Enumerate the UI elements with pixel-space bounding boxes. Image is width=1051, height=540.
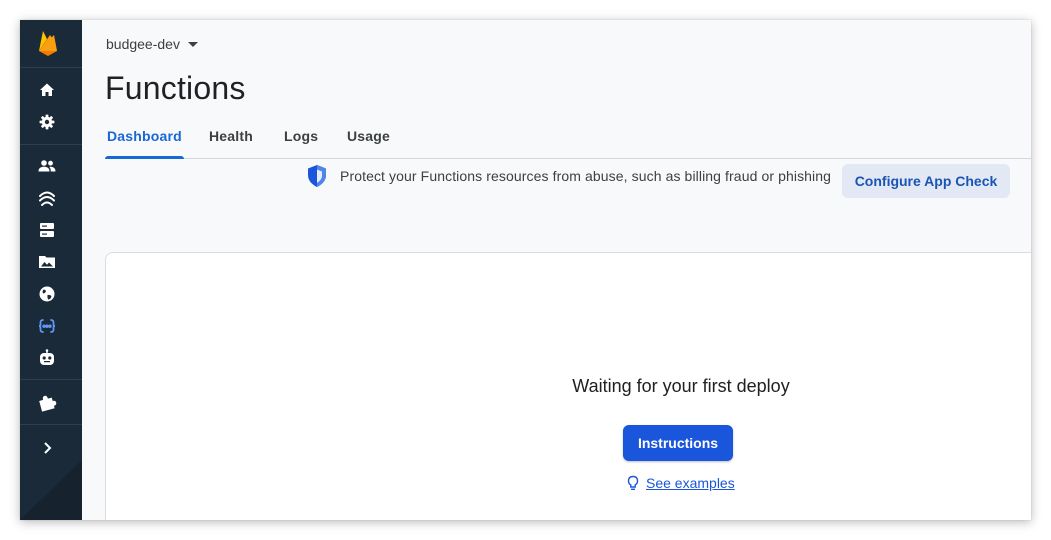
see-examples-link-row: See examples [626, 475, 735, 491]
chevron-down-icon [187, 41, 198, 47]
project-name: budgee-dev [106, 36, 180, 52]
firestore-icon[interactable] [37, 220, 57, 240]
tab-dashboard[interactable]: Dashboard [105, 128, 184, 159]
tab-bar: Dashboard Health Logs Usage [105, 128, 1031, 159]
app-window: budgee-dev Functions Dashboard Health Lo… [20, 20, 1031, 520]
rail-shade [20, 460, 82, 520]
realtime-database-icon[interactable] [37, 188, 57, 208]
instructions-button[interactable]: Instructions [623, 425, 733, 461]
rail-divider [20, 424, 82, 425]
home-icon[interactable] [37, 80, 57, 100]
settings-icon[interactable] [37, 112, 57, 132]
tab-logs[interactable]: Logs [284, 128, 318, 158]
extensions-icon[interactable] [37, 392, 57, 412]
project-selector[interactable]: budgee-dev [106, 36, 198, 52]
lightbulb-icon [627, 475, 639, 490]
see-examples-link[interactable]: See examples [646, 475, 735, 491]
expand-icon[interactable] [37, 438, 57, 458]
hosting-icon[interactable] [37, 284, 57, 304]
main-content: budgee-dev Functions Dashboard Health Lo… [82, 20, 1031, 520]
firebase-logo-icon[interactable] [37, 29, 59, 57]
rail-divider [20, 67, 82, 68]
sidebar-rail [20, 20, 82, 520]
users-icon[interactable] [37, 156, 57, 176]
functions-icon[interactable] [37, 316, 57, 336]
app-check-notice: Protect your Functions resources from ab… [306, 164, 831, 188]
tab-usage[interactable]: Usage [347, 128, 390, 158]
notice-text: Protect your Functions resources from ab… [340, 168, 832, 184]
ml-icon[interactable] [37, 348, 57, 368]
storage-icon[interactable] [37, 252, 57, 272]
rail-divider [20, 379, 82, 380]
empty-state-card: Waiting for your first deploy Instructio… [105, 252, 1031, 520]
tab-health[interactable]: Health [209, 128, 253, 158]
rail-divider [20, 144, 82, 145]
page-title: Functions [105, 70, 246, 106]
empty-state-title: Waiting for your first deploy [572, 376, 790, 396]
configure-app-check-button[interactable]: Configure App Check [842, 164, 1010, 198]
shield-icon [308, 165, 326, 187]
